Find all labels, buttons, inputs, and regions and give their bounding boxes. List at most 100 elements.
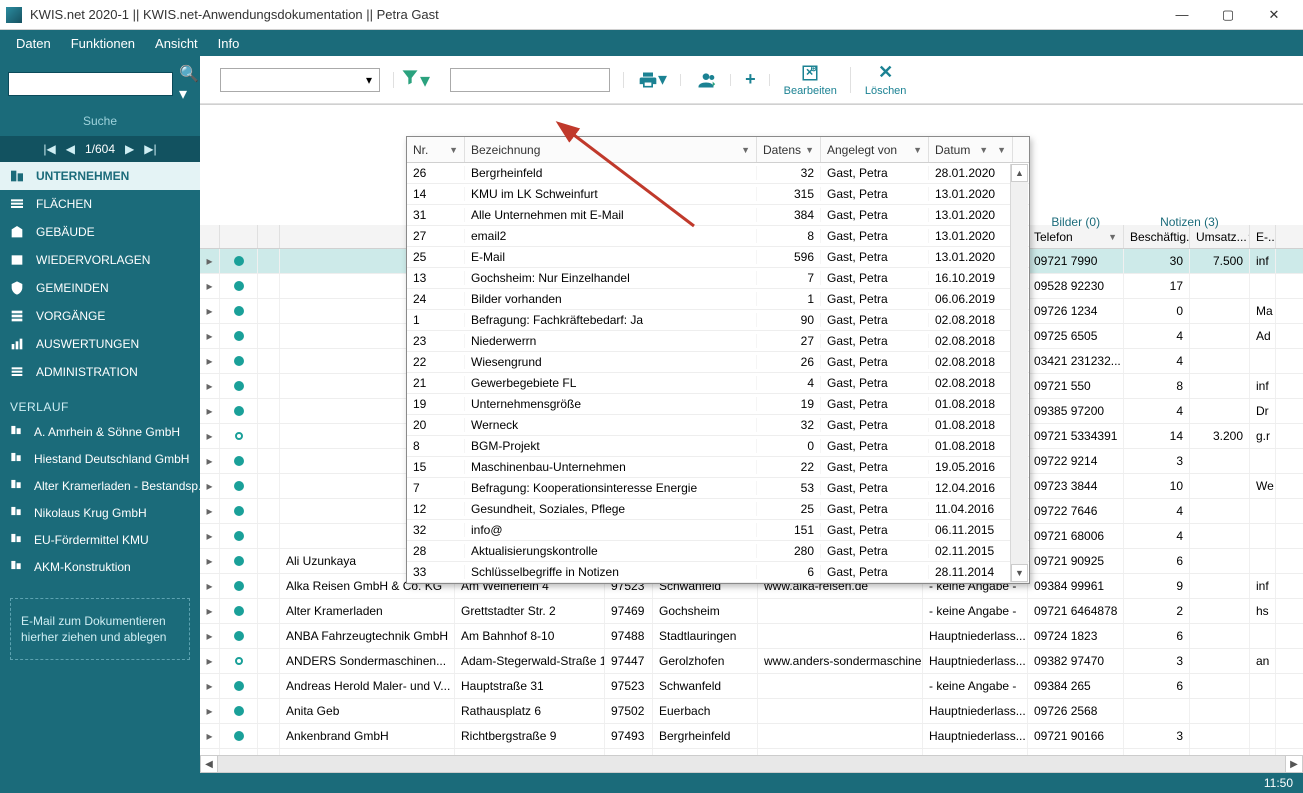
scroll-right-icon[interactable]: ▶ xyxy=(1285,755,1303,773)
recent-item[interactable]: Nikolaus Krug GmbH xyxy=(0,499,200,526)
star-cell[interactable] xyxy=(258,399,280,423)
dropdown-row[interactable]: 8BGM-Projekt0Gast, Petra01.08.2018 xyxy=(407,436,1029,457)
dropdown-row[interactable]: 19Unternehmensgröße19Gast, Petra01.08.20… xyxy=(407,394,1029,415)
tab-3[interactable]: Bilder (0) xyxy=(1051,215,1100,229)
dropdown-row[interactable]: 23Niederwerrn27Gast, Petra02.08.2018 xyxy=(407,331,1029,352)
star-cell[interactable] xyxy=(258,624,280,648)
sidebar-item-gemeinden[interactable]: GEMEINDEN xyxy=(0,274,200,302)
table-row[interactable]: ▸Anita GebRathausplatz 697502EuerbachHau… xyxy=(200,699,1303,724)
dropdown-row[interactable]: 14KMU im LK Schweinfurt315Gast, Petra13.… xyxy=(407,184,1029,205)
star-cell[interactable] xyxy=(258,349,280,373)
dropdown-row[interactable]: 20Werneck32Gast, Petra01.08.2018 xyxy=(407,415,1029,436)
recent-item[interactable]: AKM-Konstruktion xyxy=(0,553,200,580)
table-row[interactable]: ▸Ankenbrand GmbHRichtbergstraße 997493Be… xyxy=(200,724,1303,749)
sidebar-item-gebaeude[interactable]: GEBÄUDE xyxy=(0,218,200,246)
expander-icon[interactable]: ▸ xyxy=(200,274,220,298)
expander-icon[interactable]: ▸ xyxy=(200,324,220,348)
add-icon[interactable]: + xyxy=(745,70,756,90)
expander-icon[interactable]: ▸ xyxy=(200,499,220,523)
filter-icon[interactable]: ▼ xyxy=(979,145,988,155)
expander-icon[interactable]: ▸ xyxy=(200,724,220,748)
star-cell[interactable] xyxy=(258,424,280,448)
scroll-left-icon[interactable]: ◀ xyxy=(200,755,218,773)
sidebar-item-administration[interactable]: ADMINISTRATION xyxy=(0,358,200,386)
star-cell[interactable] xyxy=(258,274,280,298)
menu-daten[interactable]: Daten xyxy=(6,32,61,55)
menu-ansicht[interactable]: Ansicht xyxy=(145,32,208,55)
star-cell[interactable] xyxy=(258,449,280,473)
dd-col-datens[interactable]: Datens xyxy=(763,143,801,157)
funnel-icon[interactable]: ▾ xyxy=(394,67,436,93)
dropdown-scrollbar[interactable]: ▲ ▼ xyxy=(1010,164,1028,582)
recent-item[interactable]: A. Amrhein & Söhne GmbH xyxy=(0,418,200,445)
filter-combobox[interactable]: ▾ xyxy=(220,68,380,92)
toolbar-search-input[interactable] xyxy=(450,68,610,92)
scroll-down-icon[interactable]: ▼ xyxy=(1011,564,1028,582)
star-cell[interactable] xyxy=(258,299,280,323)
sidebar-search-input[interactable] xyxy=(8,72,173,96)
filter-icon[interactable]: ▼ xyxy=(741,145,750,155)
star-cell[interactable] xyxy=(258,599,280,623)
expander-icon[interactable]: ▸ xyxy=(200,399,220,423)
minimize-button[interactable]: — xyxy=(1159,0,1205,30)
recent-item[interactable]: Hiestand Deutschland GmbH xyxy=(0,445,200,472)
sidebar-item-flaechen[interactable]: FLÄCHEN xyxy=(0,190,200,218)
dropdown-row[interactable]: 26Bergrheinfeld32Gast, Petra28.01.2020 xyxy=(407,163,1029,184)
star-cell[interactable] xyxy=(258,324,280,348)
dd-col-nr[interactable]: Nr. xyxy=(413,143,428,157)
expander-icon[interactable]: ▸ xyxy=(200,574,220,598)
edit-icon[interactable] xyxy=(801,63,819,83)
star-cell[interactable] xyxy=(258,649,280,673)
close-button[interactable]: ✕ xyxy=(1251,0,1297,30)
star-cell[interactable] xyxy=(258,549,280,573)
dropdown-row[interactable]: 27email28Gast, Petra13.01.2020 xyxy=(407,226,1029,247)
print-icon[interactable]: ▾ xyxy=(638,70,667,90)
contacts-icon[interactable] xyxy=(695,70,717,90)
star-cell[interactable] xyxy=(258,524,280,548)
dropdown-body[interactable]: 26Bergrheinfeld32Gast, Petra28.01.202014… xyxy=(407,163,1029,583)
table-row[interactable]: ▸ANDERS Sondermaschinen...Adam-Stegerwal… xyxy=(200,649,1303,674)
dropdown-row[interactable]: 31Alle Unternehmen mit E-Mail384Gast, Pe… xyxy=(407,205,1029,226)
star-cell[interactable] xyxy=(258,474,280,498)
menu-funktionen[interactable]: Funktionen xyxy=(61,32,145,55)
star-cell[interactable] xyxy=(258,499,280,523)
star-cell[interactable] xyxy=(258,374,280,398)
pager-last-icon[interactable]: ▶| xyxy=(144,142,156,156)
star-cell[interactable] xyxy=(258,574,280,598)
expander-icon[interactable]: ▸ xyxy=(200,524,220,548)
expander-icon[interactable]: ▸ xyxy=(200,424,220,448)
dd-col-bez[interactable]: Bezeichnung xyxy=(471,143,540,157)
dropdown-row[interactable]: 32info@151Gast, Petra06.11.2015 xyxy=(407,520,1029,541)
table-row[interactable]: ▸Andreas Herold Maler- und V...Hauptstra… xyxy=(200,674,1303,699)
dropdown-row[interactable]: 7Befragung: Kooperationsinteresse Energi… xyxy=(407,478,1029,499)
hscroll[interactable]: ◀ ▶ xyxy=(200,755,1303,773)
delete-icon[interactable]: ✕ xyxy=(878,63,893,83)
pager-prev-icon[interactable]: ◀ xyxy=(66,142,75,156)
expander-icon[interactable]: ▸ xyxy=(200,674,220,698)
dd-col-datum[interactable]: Datum xyxy=(935,143,970,157)
expander-icon[interactable]: ▸ xyxy=(200,349,220,373)
table-row[interactable]: ▸Alter KramerladenGrettstadter Str. 2974… xyxy=(200,599,1303,624)
expander-icon[interactable]: ▸ xyxy=(200,599,220,623)
expander-icon[interactable]: ▸ xyxy=(200,624,220,648)
star-cell[interactable] xyxy=(258,724,280,748)
filter-icon[interactable]: ▼ xyxy=(913,145,922,155)
expander-icon[interactable]: ▸ xyxy=(200,549,220,573)
dropdown-row[interactable]: 12Gesundheit, Soziales, Pflege25Gast, Pe… xyxy=(407,499,1029,520)
chevron-down-icon[interactable]: ▾ xyxy=(361,70,377,90)
sidebar-item-auswertungen[interactable]: AUSWERTUNGEN xyxy=(0,330,200,358)
expander-icon[interactable]: ▸ xyxy=(200,474,220,498)
dropdown-row[interactable]: 21Gewerbegebiete FL4Gast, Petra02.08.201… xyxy=(407,373,1029,394)
star-cell[interactable] xyxy=(258,674,280,698)
filter-icon[interactable]: ▼ xyxy=(805,145,814,155)
dropdown-row[interactable]: 15Maschinenbau-Unternehmen22Gast, Petra1… xyxy=(407,457,1029,478)
filter-icon[interactable]: ▼ xyxy=(997,145,1006,155)
expander-icon[interactable]: ▸ xyxy=(200,374,220,398)
dropdown-row[interactable]: 13Gochsheim: Nur Einzelhandel7Gast, Petr… xyxy=(407,268,1029,289)
filter-icon[interactable]: ▼ xyxy=(449,145,458,155)
expander-icon[interactable]: ▸ xyxy=(200,649,220,673)
expander-icon[interactable]: ▸ xyxy=(200,299,220,323)
table-row[interactable]: ▸ANBA Fahrzeugtechnik GmbHAm Bahnhof 8-1… xyxy=(200,624,1303,649)
recent-item[interactable]: EU-Fördermittel KMU xyxy=(0,526,200,553)
dropdown-row[interactable]: 33Schlüsselbegriffe in Notizen6Gast, Pet… xyxy=(407,562,1029,583)
